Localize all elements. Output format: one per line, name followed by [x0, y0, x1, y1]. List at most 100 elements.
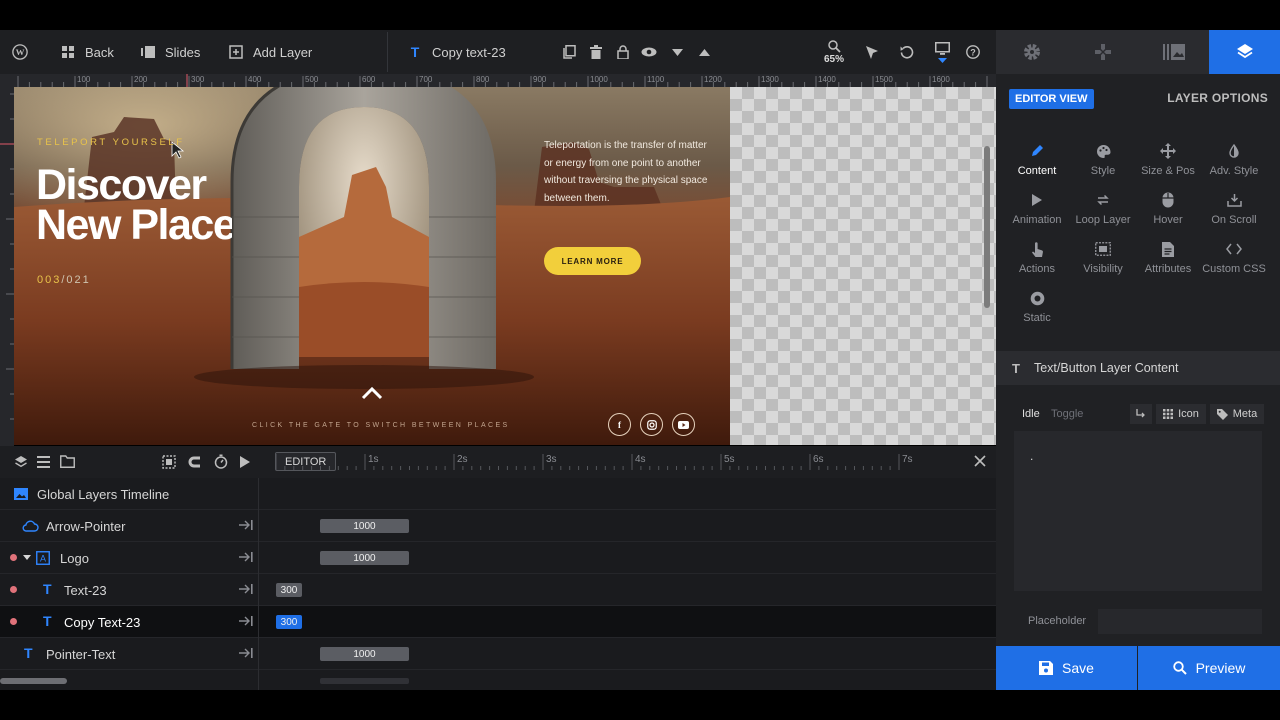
option-adv-style[interactable]: Adv. Style [1201, 141, 1267, 177]
collapse-icon[interactable] [239, 616, 253, 626]
visibility-toggle-button[interactable] [641, 30, 657, 74]
add-layer-button[interactable]: Add Layer [228, 30, 312, 74]
triangle-down-icon [669, 44, 685, 60]
insert-icon-button[interactable]: Icon [1156, 404, 1206, 424]
layer-row-logo[interactable]: A Logo 1000 [0, 542, 996, 574]
option-hover[interactable]: Hover [1135, 190, 1201, 226]
layers-icon [1235, 42, 1255, 62]
tab-navigation[interactable] [1067, 30, 1138, 74]
option-static[interactable]: Static [1004, 288, 1070, 324]
delete-layer-button[interactable] [588, 30, 604, 74]
option-animation[interactable]: Animation [1004, 190, 1070, 226]
content-section-header[interactable]: T Text/Button Layer Content [996, 351, 1280, 385]
lock-layer-button[interactable] [615, 30, 631, 74]
canvas-scrollbar[interactable] [984, 146, 990, 308]
folder-icon[interactable] [60, 455, 75, 468]
timeline-second-label: 3s [546, 454, 557, 465]
triangle-down-icon[interactable] [23, 555, 31, 560]
slide-canvas[interactable]: TELEPORT YOURSELF Discover New Places 00… [14, 87, 730, 445]
global-layers-row[interactable]: Global Layers Timeline [0, 478, 996, 510]
editor-view-button[interactable]: EDITOR VIEW [1009, 89, 1094, 109]
preview-button[interactable]: Preview [1138, 646, 1280, 690]
layer-content-textarea[interactable]: . [1014, 431, 1262, 591]
collapse-icon[interactable] [239, 552, 253, 562]
help-button[interactable]: ? [965, 30, 981, 74]
slides-icon [140, 44, 156, 60]
option-actions[interactable]: Actions [1004, 239, 1070, 275]
slide-headline[interactable]: Discover New Places [36, 164, 232, 246]
contrast-icon [1201, 141, 1267, 161]
timeline-scrollbar[interactable] [0, 678, 67, 684]
undo-button[interactable] [899, 30, 915, 74]
ruler-label: 200 [134, 75, 148, 84]
play-icon[interactable] [240, 456, 250, 468]
option-label: Actions [1018, 263, 1056, 275]
stopwatch-icon[interactable] [214, 454, 228, 469]
save-button[interactable]: Save [996, 646, 1137, 690]
toggle-tab[interactable]: Toggle [1051, 408, 1083, 420]
close-icon[interactable] [974, 455, 986, 467]
move-down-button[interactable] [669, 30, 685, 74]
instagram-button[interactable] [640, 413, 663, 436]
timeline-bar[interactable]: 300 [276, 583, 302, 597]
select-area-icon[interactable] [162, 455, 176, 469]
slide-counter[interactable]: 003/021 [37, 274, 91, 286]
magnet-icon[interactable] [188, 455, 202, 469]
insert-linebreak-button[interactable] [1130, 404, 1152, 424]
option-style[interactable]: Style [1070, 141, 1136, 177]
timeline-bar[interactable]: 300 [276, 615, 302, 629]
layer-row-copy-text-23[interactable]: T Copy Text-23 300 [0, 606, 996, 638]
tab-media-library[interactable] [1138, 30, 1209, 74]
layers-stack-icon[interactable] [14, 455, 28, 469]
tab-layers[interactable] [1209, 30, 1280, 74]
cloud-icon [22, 520, 39, 532]
save-label: Save [1062, 660, 1094, 676]
add-layer-label: Add Layer [253, 44, 313, 60]
option-loop-layer[interactable]: Loop Layer [1070, 190, 1136, 226]
timeline-bar[interactable]: 1000 [320, 647, 409, 661]
idle-tab[interactable]: Idle [1022, 408, 1040, 420]
current-layer-label: Copy text-23 [432, 44, 506, 60]
option-on-scroll[interactable]: On Scroll [1201, 190, 1267, 226]
option-visibility[interactable]: Visibility [1070, 239, 1136, 275]
ruler-label: 1300 [761, 75, 779, 84]
timeline-bar[interactable]: 1000 [320, 551, 409, 565]
collapse-icon[interactable] [239, 584, 253, 594]
duplicate-layer-button[interactable] [561, 30, 577, 74]
option-custom-css[interactable]: Custom CSS [1201, 239, 1267, 275]
select-tool-button[interactable] [864, 30, 880, 74]
option-attributes[interactable]: Attributes [1135, 239, 1201, 275]
placeholder-input[interactable] [1098, 609, 1262, 634]
wordpress-logo-button[interactable]: W [12, 30, 28, 74]
slides-button[interactable]: Slides [140, 30, 200, 74]
timeline-second-label: 5s [724, 454, 735, 465]
gate-hint-text[interactable]: CLICK THE GATE TO SWITCH BETWEEN PLACES [252, 422, 510, 429]
layer-row-arrow-pointer[interactable]: Arrow-Pointer 1000 [0, 510, 996, 542]
back-button[interactable]: Back [60, 30, 114, 74]
learn-more-button[interactable]: LEARN MORE [544, 247, 641, 275]
zoom-control[interactable]: 65% [824, 30, 844, 74]
option-content[interactable]: Content [1004, 141, 1070, 177]
collapse-icon[interactable] [239, 648, 253, 658]
panel-tabs [996, 30, 1280, 74]
move-up-button[interactable] [696, 30, 712, 74]
slide-description[interactable]: Teleportation is the transfer of matter … [544, 137, 709, 207]
collapse-icon[interactable] [239, 520, 253, 530]
slide-kicker[interactable]: TELEPORT YOURSELF [37, 137, 185, 148]
tab-settings[interactable] [996, 30, 1067, 74]
layer-row-pointer-text[interactable]: T Pointer-Text 1000 [0, 638, 996, 670]
list-icon[interactable] [37, 456, 50, 468]
option-size-pos[interactable]: Size & Pos [1135, 141, 1201, 177]
youtube-button[interactable] [672, 413, 695, 436]
timeline-bar[interactable]: 1000 [320, 519, 409, 533]
current-layer-name[interactable]: T Copy text-23 [407, 30, 506, 74]
pencil-icon [1004, 141, 1070, 161]
layer-row-text-23[interactable]: T Text-23 300 [0, 574, 996, 606]
timeline-second-label: 7s [902, 454, 913, 465]
facebook-button[interactable]: f [608, 413, 631, 436]
library-icon [1162, 44, 1185, 60]
text-layer-icon: T [43, 613, 52, 629]
device-desktop-button[interactable] [934, 30, 950, 74]
back-label: Back [85, 44, 114, 60]
insert-meta-button[interactable]: Meta [1210, 404, 1264, 424]
